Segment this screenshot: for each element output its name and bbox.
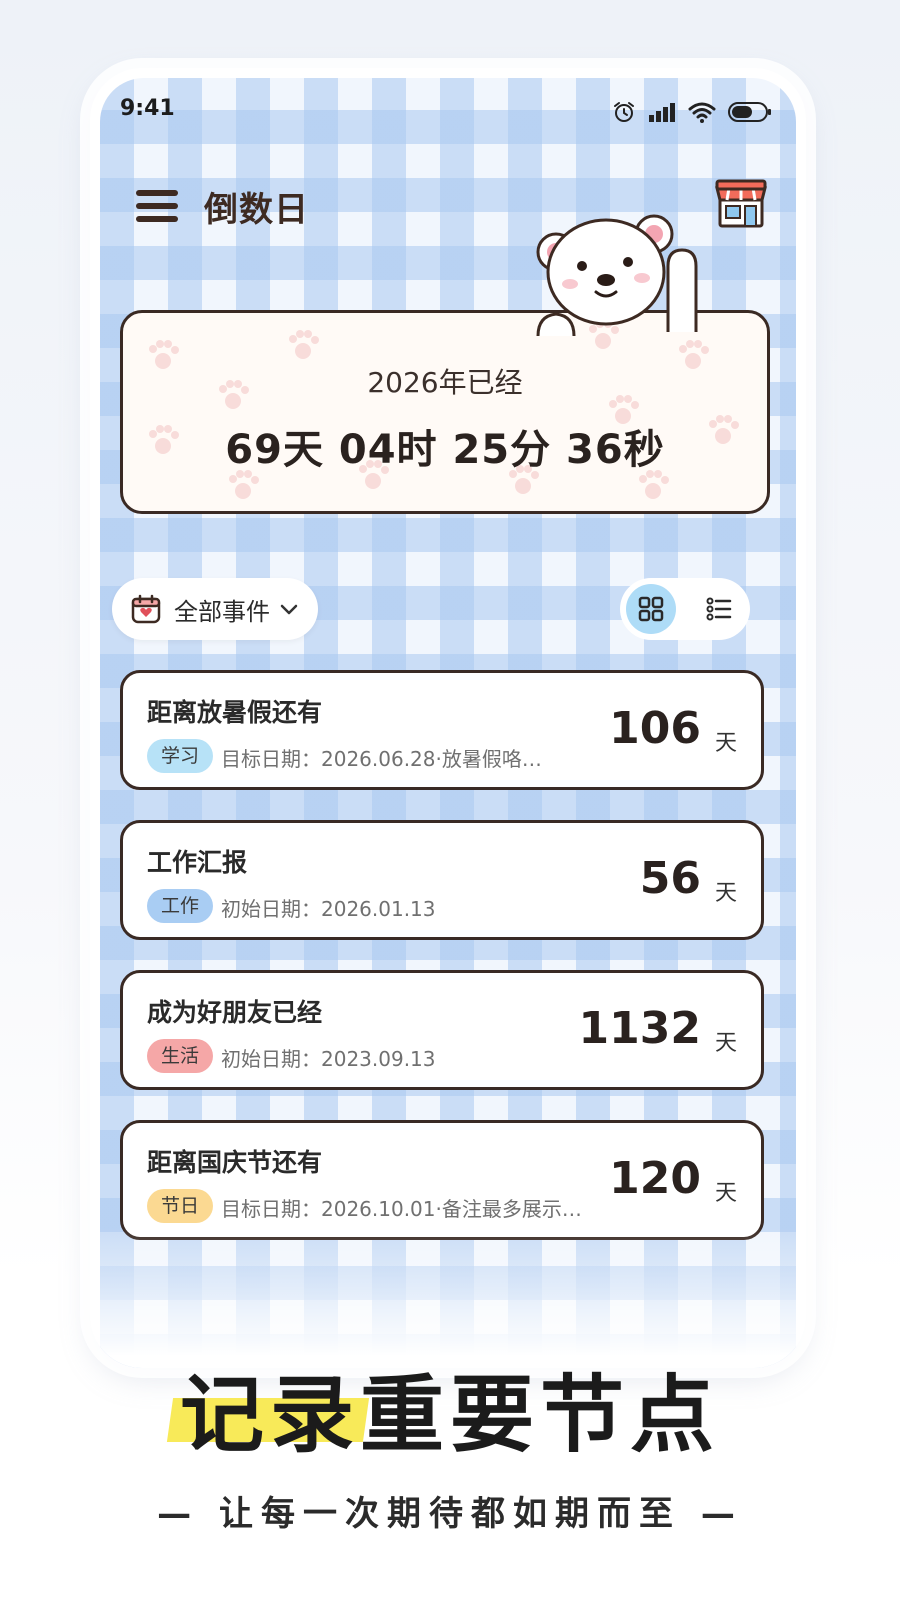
event-day-count: 120	[609, 1153, 701, 1204]
event-tag: 工作	[147, 889, 214, 923]
hero-counter-card: 2026年已经 69天 04时 25分 36秒	[120, 310, 770, 514]
bear-mascot-icon	[536, 214, 698, 336]
event-card[interactable]: 距离放暑假还有 学习 目标日期：2026.06.28·放暑假咯… 106 天	[120, 670, 764, 790]
event-meta: 目标日期：2026.06.28·放暑假咯…	[221, 747, 542, 771]
event-title: 距离放暑假还有	[147, 698, 323, 727]
paw-pattern-icon	[149, 320, 739, 499]
event-tag: 生活	[147, 1039, 214, 1073]
filter-label: 全部事件	[174, 597, 270, 626]
event-title: 工作汇报	[147, 848, 248, 877]
app-screen: 9:41 倒数日 2026年已经 69天 04时 25分 36秒 全部事件 距离…	[100, 78, 796, 1368]
bottom-fade	[100, 1228, 796, 1368]
grid-view-button[interactable]	[626, 584, 676, 634]
list-view-button[interactable]	[694, 584, 744, 634]
alarm-icon	[614, 102, 634, 122]
event-day-count: 1132	[578, 1003, 701, 1054]
status-bar: 9:41	[100, 96, 796, 126]
shop-icon[interactable]	[714, 178, 768, 228]
list-icon	[706, 597, 732, 621]
view-toggle	[620, 578, 750, 640]
event-day-unit: 天	[714, 1031, 737, 1056]
wifi-icon	[688, 102, 716, 123]
event-card[interactable]: 距离国庆节还有 节日 目标日期：2026.10.01·备注最多展示… 120 天	[120, 1120, 764, 1240]
menu-icon[interactable]	[134, 186, 180, 226]
event-day-count: 106	[609, 703, 701, 754]
chevron-down-icon	[280, 604, 298, 615]
hero-elapsed-value: 69天 04时 25分 36秒	[225, 427, 665, 473]
hero-label: 2026年已经	[367, 366, 523, 399]
event-tag: 节日	[147, 1189, 214, 1223]
phone-frame: 9:41 倒数日 2026年已经 69天 04时 25分 36秒 全部事件 距离…	[90, 68, 806, 1368]
event-meta: 目标日期：2026.10.01·备注最多展示…	[221, 1197, 582, 1221]
event-day-unit: 天	[714, 881, 737, 906]
signal-icon	[649, 103, 675, 122]
event-day-count: 56	[639, 853, 701, 904]
status-time: 9:41	[120, 96, 175, 121]
event-title: 距离国庆节还有	[147, 1148, 323, 1177]
event-day-unit: 天	[714, 1181, 737, 1206]
event-meta: 初始日期：2023.09.13	[221, 1047, 436, 1071]
page-title: 倒数日	[204, 190, 309, 230]
event-meta: 初始日期：2026.01.13	[221, 897, 436, 921]
event-title: 成为好朋友已经	[147, 998, 323, 1027]
event-tag: 学习	[147, 739, 214, 773]
event-day-unit: 天	[714, 731, 737, 756]
grid-icon	[638, 596, 664, 622]
calendar-heart-icon	[131, 594, 161, 624]
event-card[interactable]: 工作汇报 工作 初始日期：2026.01.13 56 天	[120, 820, 764, 940]
promo-tagline-text: 记录重要节点	[179, 1366, 720, 1464]
status-icons	[612, 100, 772, 124]
promo-subtitle: — 让每一次期待都如期而至 —	[157, 1494, 743, 1534]
event-filter-dropdown[interactable]: 全部事件	[112, 578, 318, 640]
event-card[interactable]: 成为好朋友已经 生活 初始日期：2023.09.13 1132 天	[120, 970, 764, 1090]
battery-icon	[728, 102, 771, 122]
